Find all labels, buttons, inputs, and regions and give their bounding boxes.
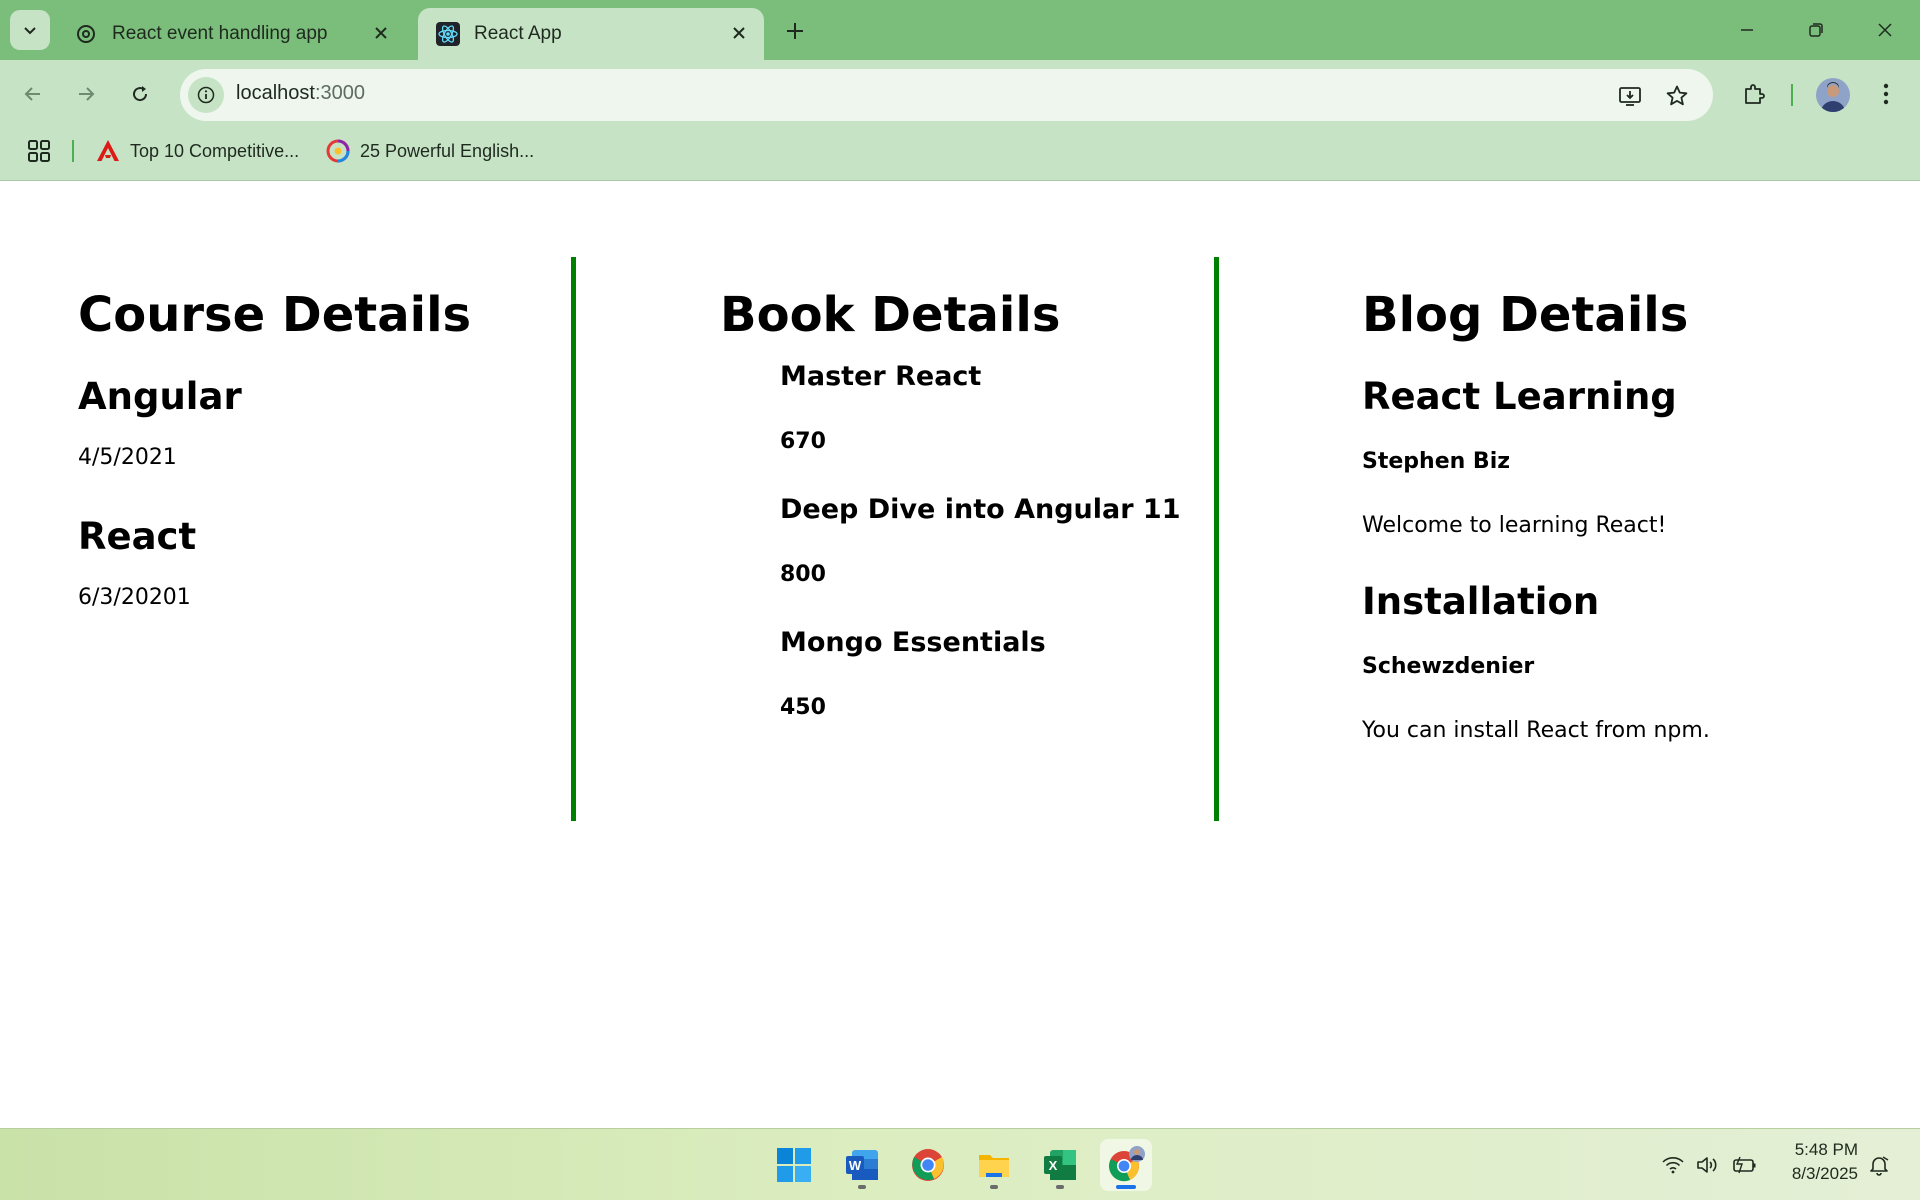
book-price: 670: [780, 429, 826, 454]
menu-button[interactable]: [1868, 76, 1904, 112]
address-bar[interactable]: localhost:3000: [180, 69, 1713, 121]
arrow-left-icon: [24, 87, 40, 101]
blog-title: Installation: [1362, 580, 1600, 623]
tab-title: React event handling app: [112, 23, 328, 44]
tab-react-event-handling[interactable]: React event handling app: [56, 8, 406, 60]
reload-icon: [133, 86, 148, 102]
file-explorer-icon: [979, 1155, 1009, 1177]
close-tab-icon[interactable]: [726, 20, 752, 46]
word-icon: W: [846, 1150, 878, 1180]
course-date: 4/5/2021: [78, 445, 177, 470]
blog-details-title: Blog Details: [1362, 287, 1689, 343]
plus-icon: [787, 23, 803, 39]
install-app-icon[interactable]: [1615, 81, 1645, 111]
taskbar-chrome[interactable]: [902, 1139, 954, 1191]
windows-start-icon: [777, 1148, 811, 1182]
reload-button[interactable]: [122, 76, 158, 112]
apps-grid-icon[interactable]: [26, 138, 52, 164]
system-clock[interactable]: 5:48 PM 8/3/2025: [1772, 1138, 1858, 1186]
course-details-section: Course Details Angular 4/5/2021 React 6/…: [78, 257, 573, 821]
tab-search-button[interactable]: [10, 10, 50, 50]
active-indicator: [1116, 1185, 1136, 1189]
browser-titlebar: React event handling app React App: [0, 0, 1920, 60]
blog-details-section: Blog Details React Learning Stephen Biz …: [1214, 257, 1854, 821]
book-details-section: Book Details Master React 670 Deep Dive …: [571, 257, 1217, 821]
close-tab-icon[interactable]: [368, 20, 394, 46]
blog-author: Stephen Biz: [1362, 449, 1511, 474]
start-button[interactable]: [768, 1139, 820, 1191]
running-indicator: [990, 1185, 998, 1189]
blog-content: You can install React from npm.: [1362, 718, 1710, 743]
extensions-button[interactable]: [1736, 76, 1772, 112]
bookmark-label: Top 10 Competitive...: [130, 140, 300, 161]
close-window-button[interactable]: [1862, 10, 1908, 50]
page-content: Course Details Angular 4/5/2021 React 6/…: [0, 182, 1920, 1128]
bookmark-star-icon[interactable]: [1662, 81, 1692, 111]
excel-icon: X: [1044, 1150, 1076, 1180]
react-icon: [436, 22, 460, 46]
taskbar-word[interactable]: W: [836, 1139, 888, 1191]
book-price: 800: [780, 562, 826, 587]
course-details-title: Course Details: [78, 287, 472, 343]
arrow-right-icon: [79, 87, 95, 101]
blog-author: Schewzdenier: [1362, 654, 1535, 679]
site-info-icon[interactable]: [188, 77, 224, 113]
taskbar-file-explorer[interactable]: [968, 1139, 1020, 1191]
angular-icon: [96, 139, 120, 163]
restore-icon: [1809, 23, 1823, 37]
bookmark-label: 25 Powerful English...: [360, 140, 535, 161]
url-host: localhost: [236, 82, 315, 104]
tab-react-app[interactable]: React App: [418, 8, 764, 60]
bookmarks-separator: [72, 140, 74, 162]
browser-toolbar: localhost:3000: [0, 60, 1920, 129]
forward-button[interactable]: [68, 76, 104, 112]
taskbar-excel[interactable]: X: [1034, 1139, 1086, 1191]
tab-title: React App: [474, 23, 562, 44]
toolbar-separator: [1791, 84, 1793, 106]
taskbar-chrome-profile[interactable]: [1100, 1139, 1152, 1191]
chrome-profile-icon: [1109, 1146, 1145, 1182]
restore-button[interactable]: [1793, 10, 1839, 50]
url-port: :3000: [314, 82, 365, 104]
running-indicator: [1056, 1185, 1064, 1189]
svg-text:X: X: [1049, 1158, 1058, 1173]
bookmark-item[interactable]: 25 Powerful English...: [326, 136, 534, 166]
book-details-title: Book Details: [720, 287, 1061, 343]
url-text: localhost:3000: [236, 82, 365, 105]
windows-taskbar: W X: [0, 1128, 1920, 1200]
running-indicator: [858, 1185, 866, 1189]
minimize-button[interactable]: [1724, 10, 1770, 50]
book-name: Deep Dive into Angular 11: [780, 494, 1181, 525]
wifi-icon[interactable]: [1660, 1152, 1686, 1178]
clock-time: 5:48 PM: [1794, 1140, 1858, 1159]
chevron-down-icon: [24, 27, 36, 35]
book-price: 450: [780, 695, 826, 720]
puzzle-icon: [1745, 84, 1765, 104]
profile-avatar[interactable]: [1816, 78, 1850, 112]
bookmark-item[interactable]: Top 10 Competitive...: [96, 136, 299, 166]
openai-icon: [74, 22, 98, 46]
chrome-icon: [912, 1149, 944, 1181]
close-icon: [1878, 23, 1892, 37]
kebab-menu-icon: [1883, 83, 1889, 105]
new-tab-button[interactable]: [780, 16, 810, 46]
clock-date: 8/3/2025: [1791, 1164, 1858, 1183]
blog-content: Welcome to learning React!: [1362, 513, 1667, 538]
svg-text:W: W: [849, 1158, 862, 1173]
back-button[interactable]: [15, 76, 51, 112]
course-name: React: [78, 515, 197, 558]
notifications-icon[interactable]: [1866, 1152, 1892, 1178]
book-name: Master React: [780, 361, 982, 392]
blog-title: React Learning: [1362, 375, 1677, 418]
colorful-logo-icon: [326, 139, 350, 163]
book-name: Mongo Essentials: [780, 627, 1046, 658]
course-name: Angular: [78, 375, 242, 418]
battery-icon[interactable]: [1732, 1152, 1758, 1178]
course-date: 6/3/20201: [78, 585, 191, 610]
minimize-icon: [1741, 29, 1753, 31]
volume-icon[interactable]: [1695, 1152, 1721, 1178]
